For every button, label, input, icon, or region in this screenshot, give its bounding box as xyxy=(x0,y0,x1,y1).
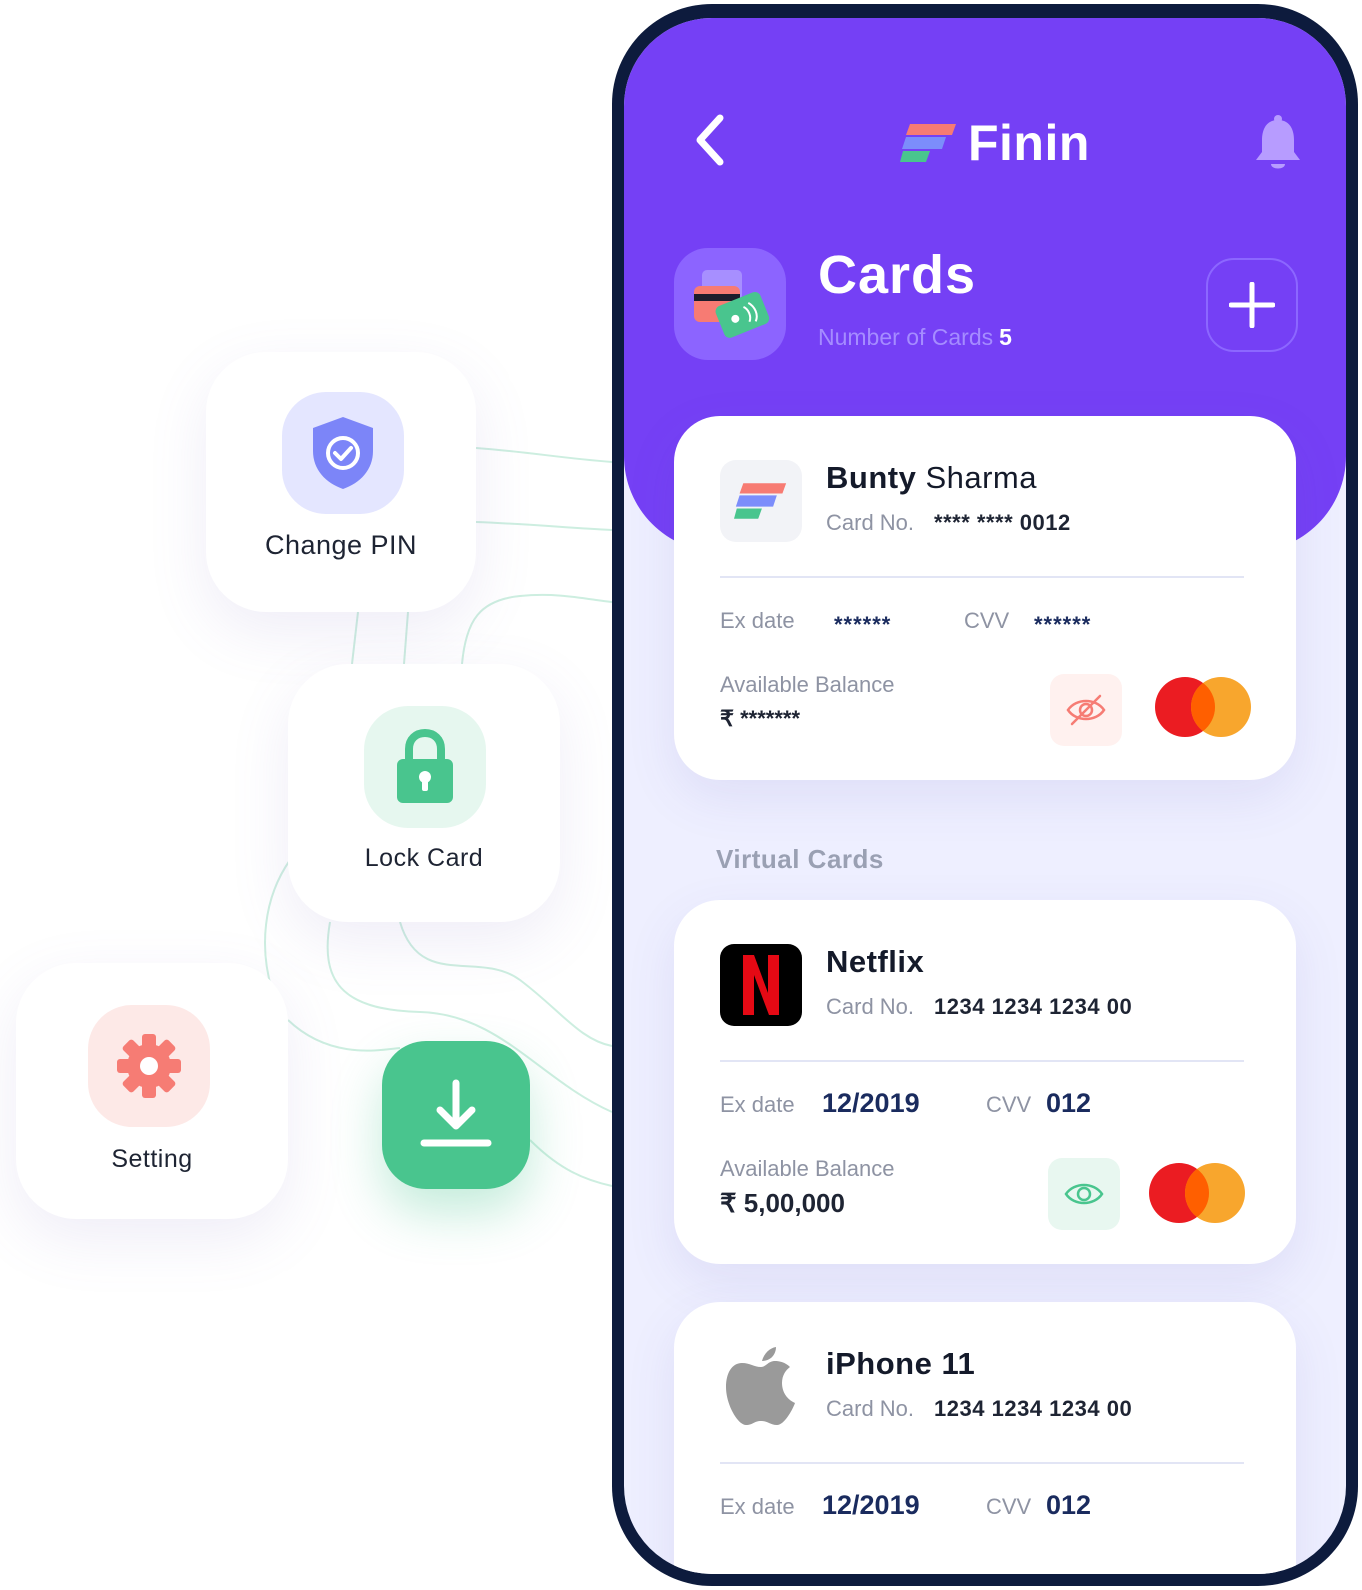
credit-cards-icon xyxy=(694,270,770,338)
shield-check-icon xyxy=(313,417,373,489)
change-pin-icon-box xyxy=(282,392,404,514)
card-divider xyxy=(720,576,1244,578)
add-card-button[interactable] xyxy=(1206,258,1298,352)
cvv-label: CVV xyxy=(986,1494,1032,1519)
finin-logo-icon xyxy=(900,124,956,162)
chevron-left-icon[interactable] xyxy=(690,112,730,168)
ex-date-label: Ex date xyxy=(720,608,795,633)
card-logo xyxy=(720,460,802,542)
balance-value: ₹ ******* xyxy=(720,706,801,731)
virtual-card-iphone[interactable]: iPhone 11 Card No. 1234 1234 1234 00 Ex d… xyxy=(674,1302,1296,1574)
virtual-card-name: Netflix xyxy=(826,944,925,979)
card-number-label: Card No. xyxy=(826,994,915,1019)
primary-card[interactable]: Bunty Sharma Card No. **** **** 0012 Ex d… xyxy=(674,416,1296,780)
apple-icon xyxy=(726,1347,795,1425)
card-number-label: Card No. xyxy=(826,510,915,535)
lock-icon xyxy=(397,729,453,803)
mastercard-icon xyxy=(1155,677,1251,737)
virtual-card-netflix[interactable]: Netflix Card No. 1234 1234 1234 00 Ex dat… xyxy=(674,900,1296,1264)
card-number-label: Card No. xyxy=(826,1396,915,1421)
card-holder-last-name: Sharma xyxy=(925,460,1037,495)
eye-off-icon xyxy=(1066,694,1106,726)
cards-count-label: Number of Cards xyxy=(818,324,994,350)
bell-icon[interactable] xyxy=(1254,114,1302,174)
lock-card-label: Lock Card xyxy=(364,844,484,872)
ex-date-value: ****** xyxy=(834,612,892,637)
cvv-label: CVV xyxy=(986,1092,1032,1117)
lock-card-icon-box xyxy=(364,706,486,828)
mastercard-icon xyxy=(1149,1163,1245,1223)
setting-label: Setting xyxy=(111,1145,193,1173)
card-holder-name: Bunty Sharma xyxy=(826,460,1037,496)
lock-card-tile[interactable]: Lock Card xyxy=(288,664,560,922)
virtual-cards-heading: Virtual Cards xyxy=(716,844,884,874)
card-number-row: Card No. **** **** 0012 xyxy=(826,510,1071,536)
change-pin-tile[interactable]: Change PIN xyxy=(206,352,476,612)
netflix-icon xyxy=(743,955,779,1015)
toggle-balance-button[interactable] xyxy=(1050,674,1122,746)
ex-date-label: Ex date xyxy=(720,1092,795,1117)
cvv-value: ****** xyxy=(1034,612,1092,637)
finin-logo-icon xyxy=(734,483,787,519)
change-pin-label: Change PIN xyxy=(264,530,418,560)
download-button[interactable] xyxy=(382,1041,530,1189)
virtual-card-name: iPhone 11 xyxy=(826,1346,976,1381)
balance-label: Available Balance xyxy=(720,1156,895,1181)
cvv-label: CVV xyxy=(964,608,1010,633)
card-number-row: Card No. 1234 1234 1234 00 xyxy=(826,1396,1132,1422)
balance-label: Available Balance xyxy=(720,672,895,697)
plus-icon xyxy=(1229,282,1275,328)
ex-date-value: 12/2019 xyxy=(822,1490,920,1520)
card-divider xyxy=(720,1060,1244,1062)
cvv-value: 012 xyxy=(1046,1490,1092,1520)
app-brand: Finin xyxy=(900,112,1090,174)
balance-value: ₹ 5,00,000 xyxy=(720,1188,845,1218)
card-holder-first-name: Bunty xyxy=(826,460,917,495)
gear-icon xyxy=(117,1034,181,1098)
ex-date-label: Ex date xyxy=(720,1494,795,1519)
toggle-balance-button[interactable] xyxy=(1048,1158,1120,1230)
card-number-row: Card No. 1234 1234 1234 00 xyxy=(826,994,1132,1020)
cvv-value: 012 xyxy=(1046,1088,1092,1118)
download-icon xyxy=(420,1079,492,1147)
card-number: 1234 1234 1234 00 xyxy=(934,994,1133,1019)
apple-logo xyxy=(720,1346,802,1428)
app-name: Finin xyxy=(968,115,1090,171)
card-divider xyxy=(720,1462,1244,1464)
cards-header-icon xyxy=(674,248,786,360)
phone-frame: Finin Cards Number of Cards 5 Bunty Shar… xyxy=(612,4,1358,1586)
setting-icon-box xyxy=(88,1005,210,1127)
phone-screen: Finin Cards Number of Cards 5 Bunty Shar… xyxy=(624,18,1346,1574)
page-title: Cards xyxy=(818,245,977,305)
cards-count-value: 5 xyxy=(999,324,1012,350)
card-number: 1234 1234 1234 00 xyxy=(934,1396,1133,1421)
netflix-logo xyxy=(720,944,802,1026)
eye-icon xyxy=(1064,1183,1104,1205)
ex-date-value: 12/2019 xyxy=(822,1088,920,1118)
setting-tile[interactable]: Setting xyxy=(16,963,288,1219)
card-number: **** **** 0012 xyxy=(934,510,1071,535)
cards-count: Number of Cards 5 xyxy=(818,324,1012,351)
